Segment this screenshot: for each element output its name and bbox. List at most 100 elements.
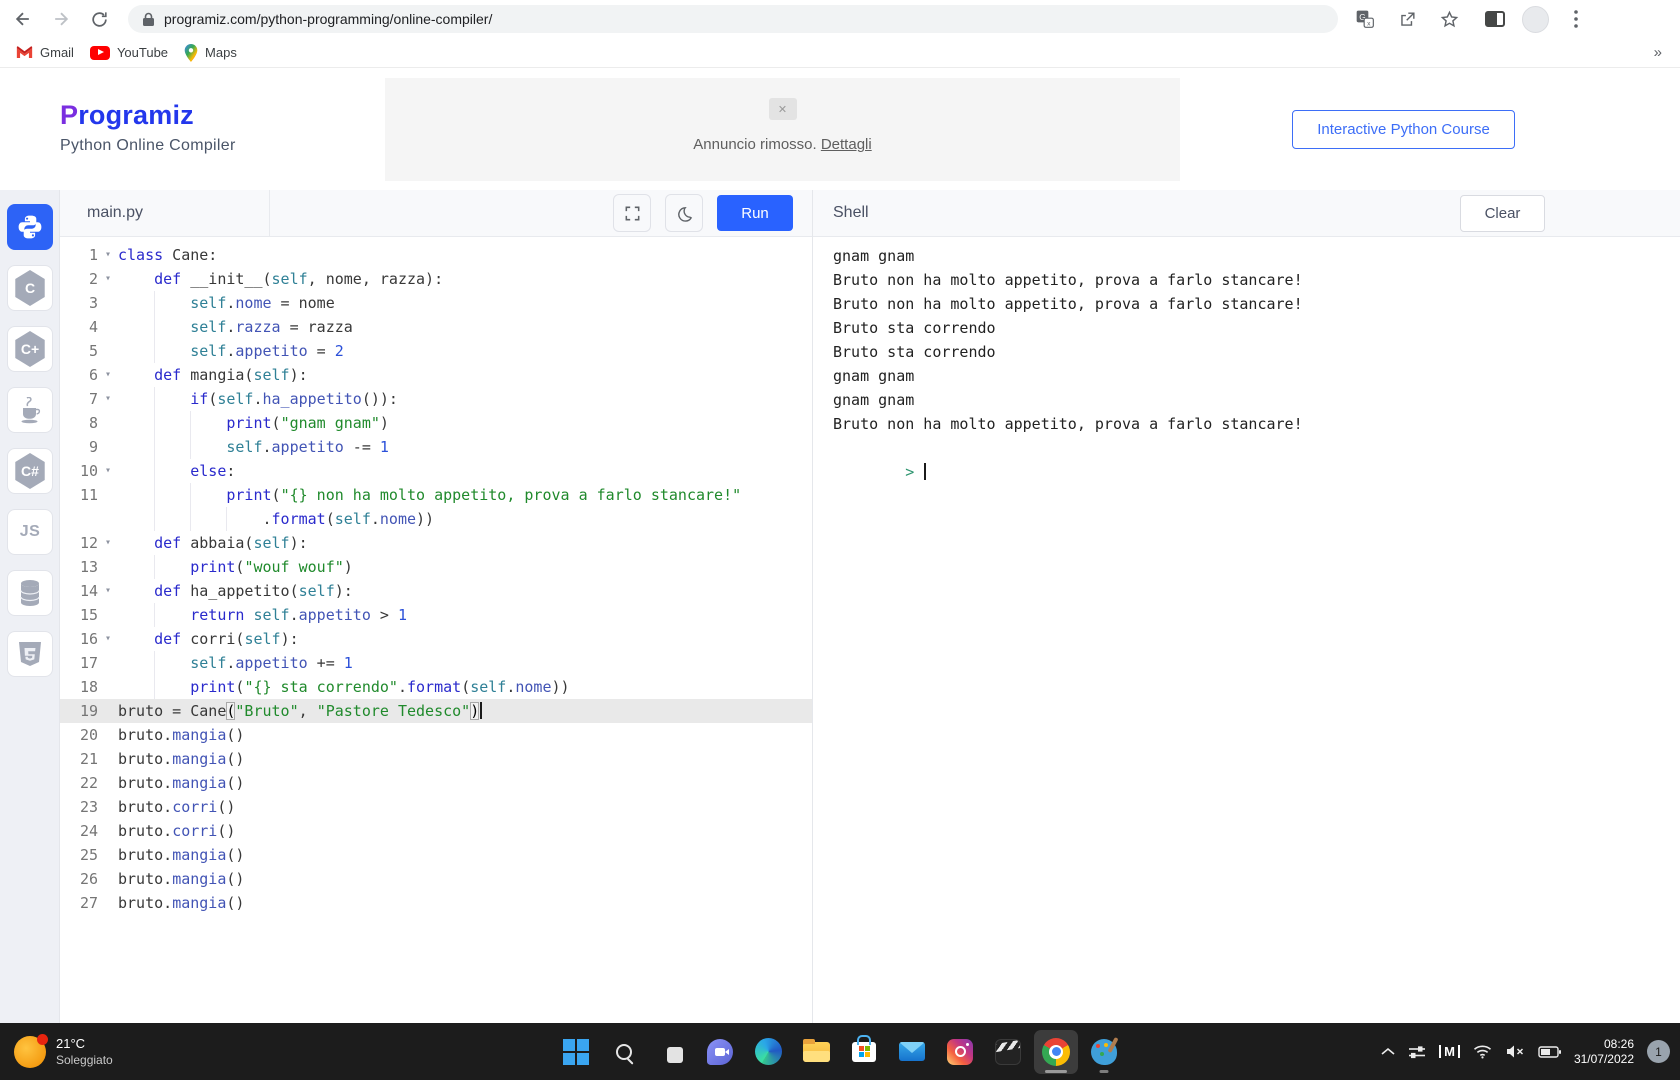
code-line: 17 self.appetito += 1: [60, 651, 812, 675]
code-line: 20bruto.mangia(): [60, 723, 812, 747]
code-line: 21bruto.mangia(): [60, 747, 812, 771]
clipchamp-button[interactable]: [986, 1030, 1030, 1074]
lock-icon: [142, 12, 155, 27]
task-view-button[interactable]: [650, 1030, 694, 1074]
bookmark-star-icon[interactable]: [1434, 4, 1464, 34]
shell-line: gnam gnam: [833, 244, 1680, 268]
address-bar[interactable]: programiz.com/python-programming/online-…: [128, 5, 1338, 33]
instagram-button[interactable]: [938, 1030, 982, 1074]
task-view-icon: [667, 1047, 683, 1063]
javascript-icon: JS: [20, 523, 41, 541]
moon-icon: [676, 205, 693, 222]
shell-line: Bruto non ha molto appetito, prova a far…: [833, 292, 1680, 316]
chrome-button[interactable]: [1034, 1030, 1078, 1074]
sidebar-item-c[interactable]: C: [7, 265, 53, 311]
sidebar-item-cpp[interactable]: C+: [7, 326, 53, 372]
profile-avatar[interactable]: [1522, 6, 1549, 33]
code-line: 10▾ else:: [60, 459, 812, 483]
search-icon: [616, 1044, 632, 1060]
code-line: 5 self.appetito = 2: [60, 339, 812, 363]
dark-mode-button[interactable]: [665, 194, 703, 232]
tray-chevron-icon[interactable]: [1381, 1047, 1395, 1056]
sidebar-item-javascript[interactable]: JS: [7, 509, 53, 555]
tray-sliders-icon[interactable]: [1408, 1044, 1426, 1060]
interactive-course-button[interactable]: Interactive Python Course: [1292, 110, 1515, 149]
code-line: 26bruto.mangia(): [60, 867, 812, 891]
battery-icon[interactable]: [1538, 1046, 1561, 1058]
sidebar-item-python[interactable]: [7, 204, 53, 250]
shell-output[interactable]: gnam gnamBruto non ha molto appetito, pr…: [813, 237, 1680, 1023]
code-lines: 1▾class Cane:2▾ def __init__(self, nome,…: [60, 243, 812, 915]
mail-button[interactable]: [890, 1030, 934, 1074]
shell-prompt-line[interactable]: >: [833, 436, 1680, 460]
file-explorer-button[interactable]: [794, 1030, 838, 1074]
bookmark-gmail[interactable]: Gmail: [16, 45, 74, 60]
bookmark-youtube[interactable]: YouTube: [90, 45, 168, 60]
shell-line: Bruto non ha molto appetito, prova a far…: [833, 412, 1680, 436]
code-line: 2▾ def __init__(self, nome, razza):: [60, 267, 812, 291]
store-icon: [852, 1042, 876, 1062]
bookmarks-bar: Gmail YouTube Maps »: [0, 38, 1680, 68]
search-button[interactable]: [602, 1030, 646, 1074]
weather-widget[interactable]: 21°C Soleggiato: [14, 1023, 113, 1080]
start-button[interactable]: [554, 1030, 598, 1074]
code-editor[interactable]: 1▾class Cane:2▾ def __init__(self, nome,…: [60, 237, 812, 1023]
bookmark-maps[interactable]: Maps: [184, 44, 237, 62]
cpp-icon: C+: [14, 331, 46, 367]
shell-line: gnam gnam: [833, 364, 1680, 388]
programiz-logo[interactable]: Programiz Python Online Compiler: [60, 100, 236, 155]
side-panel-icon[interactable]: [1480, 4, 1510, 34]
code-line: 22bruto.mangia(): [60, 771, 812, 795]
ad-details-link[interactable]: Dettagli: [821, 136, 872, 153]
back-icon[interactable]: [8, 4, 38, 34]
language-sidebar: C C+ C# JS: [0, 190, 60, 1023]
wifi-icon[interactable]: [1473, 1044, 1492, 1059]
chat-icon: [707, 1039, 733, 1065]
code-line: 9 self.appetito -= 1: [60, 435, 812, 459]
shell-title: Shell: [813, 204, 869, 222]
page-title: Python Online Compiler: [60, 137, 236, 155]
translate-icon[interactable]: Gx: [1350, 4, 1380, 34]
edge-icon: [755, 1038, 782, 1065]
code-line: 6▾ def mangia(self):: [60, 363, 812, 387]
ad-text: Annuncio rimosso.: [693, 136, 821, 153]
code-line: 13 print("wouf wouf"): [60, 555, 812, 579]
system-tray: M 08:26 31/07/2022 1: [1381, 1023, 1670, 1080]
notification-badge[interactable]: 1: [1647, 1040, 1670, 1063]
sidebar-item-java[interactable]: [7, 387, 53, 433]
taskbar-clock[interactable]: 08:26 31/07/2022: [1574, 1037, 1634, 1067]
taskbar-apps: [554, 1030, 1126, 1074]
sidebar-item-html[interactable]: [7, 631, 53, 677]
tray-m-icon[interactable]: M: [1439, 1045, 1460, 1058]
microsoft-store-button[interactable]: [842, 1030, 886, 1074]
sidebar-item-csharp[interactable]: C#: [7, 448, 53, 494]
paint-button[interactable]: [1082, 1030, 1126, 1074]
bookmarks-overflow-chevron[interactable]: »: [1654, 44, 1662, 61]
editor-header: main.py Run: [60, 190, 812, 237]
reload-icon[interactable]: [84, 4, 114, 34]
url-text: programiz.com/python-programming/online-…: [164, 11, 492, 27]
code-line: 7▾ if(self.ha_appetito()):: [60, 387, 812, 411]
weather-temp: 21°C: [56, 1036, 113, 1052]
code-line: 12▾ def abbaia(self):: [60, 531, 812, 555]
shell-line: Bruto non ha molto appetito, prova a far…: [833, 268, 1680, 292]
volume-muted-icon[interactable]: [1505, 1044, 1525, 1059]
instagram-icon: [947, 1039, 973, 1065]
code-line: 1▾class Cane:: [60, 243, 812, 267]
clock-date: 31/07/2022: [1574, 1052, 1634, 1067]
maps-icon: [184, 44, 198, 62]
forward-icon[interactable]: [46, 4, 76, 34]
edge-button[interactable]: [746, 1030, 790, 1074]
menu-dots-icon[interactable]: [1561, 4, 1591, 34]
share-icon[interactable]: [1392, 4, 1422, 34]
sidebar-item-sql[interactable]: [7, 570, 53, 616]
code-line: 23bruto.corri(): [60, 795, 812, 819]
fullscreen-button[interactable]: [613, 194, 651, 232]
teams-chat-button[interactable]: [698, 1030, 742, 1074]
clear-button[interactable]: Clear: [1460, 195, 1545, 232]
sun-icon: [14, 1036, 46, 1068]
code-line: 16▾ def corri(self):: [60, 627, 812, 651]
tab-main-py[interactable]: main.py: [60, 190, 270, 237]
code-line: .format(self.nome)): [60, 507, 812, 531]
run-button[interactable]: Run: [717, 195, 793, 231]
